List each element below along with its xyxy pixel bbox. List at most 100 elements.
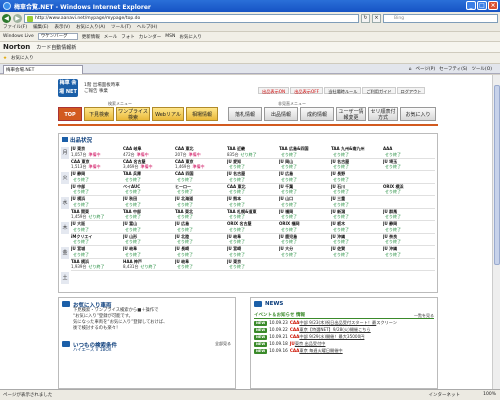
browser-tab[interactable]: 梅車会場.NET [3, 64, 83, 74]
auction-cell[interactable]: ベイAUC せり終了 [123, 184, 164, 196]
auction-cell[interactable]: TAA 広島&四国 せり終了 [279, 146, 320, 158]
auction-cell[interactable]: TAA 東北 せり終了 [175, 209, 216, 221]
auction-cell[interactable]: JU 宮城 せり終了 [71, 246, 112, 258]
auction-cell[interactable]: JU 広島 せり終了 [175, 221, 216, 233]
nav-contracts[interactable]: 成約情報 [300, 107, 334, 121]
live-link-msn[interactable]: MSN [165, 34, 175, 39]
live-link-mail[interactable]: メール [104, 34, 118, 40]
auction-cell[interactable]: JU 東京 1,057台 準備中 [71, 146, 112, 158]
auction-cell[interactable]: TAA 関東 1,459台 せり終了 [71, 209, 112, 221]
news-more-link[interactable]: 一覧を見る [414, 312, 434, 319]
nav-market[interactable]: 相場情報 [186, 107, 218, 121]
auction-cell[interactable]: JU 広島 せり終了 [279, 171, 320, 183]
maximize-button[interactable]: □ [477, 1, 487, 10]
auction-cell[interactable]: JU 中部 せり終了 [71, 184, 112, 196]
nav-web-real[interactable]: Webリアル [152, 107, 184, 121]
menu-edit[interactable]: 編集(E) [33, 24, 48, 31]
address-input[interactable]: http://www.aanavi.net/mypage/mypage/top.… [24, 13, 359, 23]
rules-button[interactable]: 当社場時ルール [324, 87, 362, 94]
logout-button[interactable]: ログアウト [396, 87, 426, 94]
live-link-calendar[interactable]: カレンダー [139, 34, 162, 40]
menu-help[interactable]: ヘルプ(H) [137, 24, 157, 31]
nav-top[interactable]: TOP [58, 107, 82, 121]
auction-cell[interactable]: JU 静岡 せり終了 [71, 171, 112, 183]
nav-listings[interactable]: 出品情報 [264, 107, 298, 121]
menu-view[interactable]: 表示(V) [54, 24, 70, 31]
auction-cell[interactable]: JU 山形 せり終了 [123, 234, 164, 246]
nav-seri-order[interactable]: セリ順表付方式 [368, 107, 398, 121]
zoom-level[interactable]: 100% [483, 392, 496, 397]
auction-cell[interactable]: JU 沖縄 せり終了 [383, 246, 424, 258]
auction-cell[interactable]: CAA 東京 1,513台 準備中 [71, 159, 112, 171]
page-menu[interactable]: ページ(P) [415, 66, 435, 73]
auction-cell[interactable]: JU 北海道 せり終了 [175, 196, 216, 208]
news-item[interactable]: NEW 10.09.21 CAA中部 9/29(水)開催！最大35000円 [251, 333, 437, 340]
auction-cell[interactable]: ORIX 横浜 せり終了 [383, 184, 424, 196]
news-item[interactable]: NEW 10.09.16 CAA東京 毎週火曜日開催中 [251, 347, 437, 354]
auction-cell[interactable]: TAA 横浜 1,939台 せり終了 [71, 259, 112, 271]
auction-cell[interactable]: JU 千葉 せり終了 [279, 184, 320, 196]
scrollbar-thumb[interactable] [494, 85, 500, 265]
auction-cell[interactable]: JU 奈良 せり終了 [383, 234, 424, 246]
tools-menu[interactable]: ツール(O) [471, 66, 492, 73]
auction-cell[interactable]: JU 大分 せり終了 [279, 246, 320, 258]
auction-cell[interactable]: JU 大阪 せり終了 [71, 221, 112, 233]
menu-favorites[interactable]: お気に入り(A) [76, 24, 105, 31]
auction-cell[interactable]: JU 福岡 せり終了 [279, 209, 320, 221]
auction-cell[interactable]: AAA せり終了 [383, 146, 424, 158]
stop-button[interactable]: × [372, 13, 381, 23]
auction-cell[interactable]: CAA 岐阜 472台 準備中 [123, 146, 164, 158]
auction-cell[interactable]: JU 熊本 せり終了 [227, 196, 268, 208]
nav-user-info[interactable]: ユーザー情報変更 [336, 107, 366, 121]
auction-cell[interactable]: JU 岐阜 せり終了 [227, 234, 268, 246]
auction-cell[interactable]: CAA 東京 1,469台 準備中 [175, 159, 216, 171]
auction-cell[interactable]: ヒーロー せり終了 [175, 184, 216, 196]
auction-cell[interactable]: JU 秋田 せり終了 [123, 196, 164, 208]
refresh-button[interactable]: ↻ [361, 13, 370, 23]
auction-cell[interactable]: JU 栃木 せり終了 [331, 221, 372, 233]
nav-preview-search[interactable]: 下見検索 [84, 107, 114, 121]
auction-cell[interactable]: JU 岡山 せり終了 [279, 159, 320, 171]
menu-tools[interactable]: ツール(T) [111, 24, 131, 31]
auction-cell[interactable]: CAA 四国 せり終了 [175, 171, 216, 183]
auction-cell[interactable]: JU 鹿児島 せり終了 [279, 234, 320, 246]
auction-cell[interactable]: JU 山口 せり終了 [279, 196, 320, 208]
auction-cell[interactable]: ORIX 名古屋 せり終了 [227, 221, 268, 233]
auction-cell[interactable]: JU 佐賀 せり終了 [331, 246, 372, 258]
vertical-scrollbar[interactable] [492, 75, 500, 389]
nav-favorites[interactable]: お気に入り [400, 107, 436, 121]
auction-cell[interactable]: JU 長崎 せり終了 [175, 246, 216, 258]
auction-cell[interactable]: JU 群馬 せり終了 [383, 209, 424, 221]
back-button[interactable]: ◀ [2, 13, 11, 23]
auction-cell[interactable]: JU 埼玉 せり終了 [383, 159, 424, 171]
auction-cell[interactable]: JU 三重 せり終了 [331, 196, 372, 208]
auction-cell[interactable]: JU 宮崎 せり終了 [227, 246, 268, 258]
auction-cell[interactable]: ORIX 福岡 せり終了 [279, 221, 320, 233]
auction-cell[interactable]: TAA 札幌&道東 せり終了 [227, 209, 268, 221]
auction-cell[interactable]: iMクリエイ せり終了 [71, 234, 112, 246]
norton-logo[interactable]: Norton [3, 43, 30, 51]
auction-cell[interactable]: JU 静岡 せり終了 [383, 221, 424, 233]
news-item[interactable]: NEW 10.09.18 JU東京 出品受付中 [251, 340, 437, 347]
live-link-favorites[interactable]: お気に入り [179, 34, 202, 40]
home-icon[interactable]: ⌂ [409, 66, 412, 73]
safety-menu[interactable]: セーフティ(S) [439, 66, 467, 73]
favorites-label[interactable]: お気に入り [11, 55, 34, 61]
auction-cell[interactable]: JU 長野 せり終了 [331, 171, 372, 183]
auction-cell[interactable]: JU 東京 せり終了 [227, 259, 268, 271]
auction-cell[interactable]: JU 名古屋 せり終了 [331, 159, 372, 171]
auction-cell[interactable]: JU 横浜 せり終了 [71, 196, 112, 208]
auction-cell[interactable]: CAA 東北 せり終了 [227, 184, 268, 196]
see-all-link[interactable]: 全部見る [215, 341, 231, 347]
auction-cell[interactable]: CAA 名古屋 3,469台 準備中 [123, 159, 164, 171]
auction-cell[interactable]: JU 沖縄 せり終了 [331, 234, 372, 246]
listing-on-button[interactable]: 出品表示ON [258, 87, 290, 94]
auction-cell[interactable]: TAA 兵庫 せり終了 [123, 171, 164, 183]
minimize-button[interactable]: _ [466, 1, 476, 10]
auction-cell[interactable]: TAA 九州&南九州 せり終了 [331, 146, 372, 158]
nav-won-bids[interactable]: 落札情報 [228, 107, 262, 121]
auction-cell[interactable]: JU 北陸 せり終了 [175, 234, 216, 246]
news-item[interactable]: NEW 10.09.23 CAA中部 9/23(木)祝日出品受付スタート！最スクリー… [251, 319, 437, 326]
auction-cell[interactable]: JU 岐阜 せり終了 [123, 246, 164, 258]
live-link-photo[interactable]: フォト [121, 34, 135, 40]
